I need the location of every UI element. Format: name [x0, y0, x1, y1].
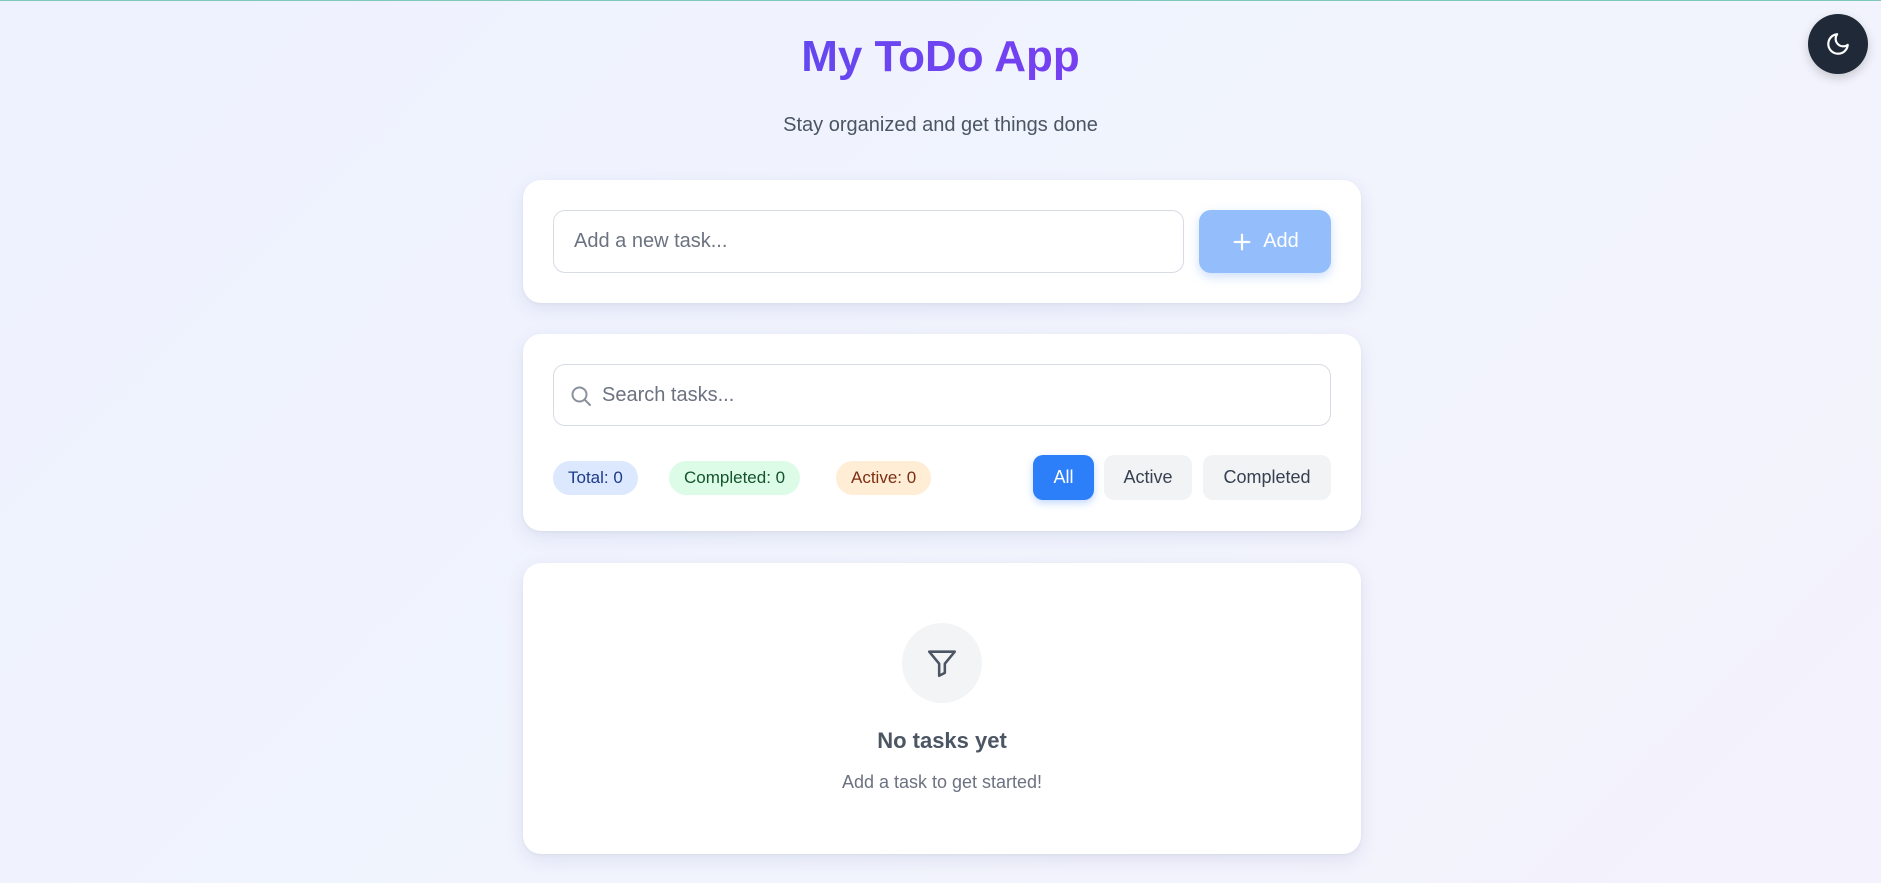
empty-state-title: No tasks yet — [877, 728, 1007, 753]
empty-state-icon-wrap — [902, 623, 982, 703]
plus-icon — [1233, 233, 1251, 250]
filter-card: Total: 0 Completed: 0 Active: 0 All Acti… — [523, 334, 1361, 531]
completed-count-badge: Completed: 0 — [669, 461, 801, 495]
active-count-badge: Active: 0 — [836, 461, 932, 495]
filter-icon — [927, 650, 957, 678]
empty-state-subtitle: Add a task to get started! — [841, 772, 1043, 792]
new-task-input[interactable] — [553, 210, 1184, 273]
search-box — [553, 364, 1331, 426]
add-task-card: Add — [523, 180, 1361, 303]
app-subtitle: Stay organized and get things done — [783, 114, 1098, 136]
filter-active-button[interactable]: Active — [1104, 455, 1192, 500]
app-title: My ToDo App — [0, 29, 1881, 85]
total-count-badge: Total: 0 — [553, 461, 638, 495]
add-button-label: Add — [1263, 230, 1299, 252]
search-input[interactable] — [602, 365, 1322, 425]
filter-all-button[interactable]: All — [1033, 455, 1094, 500]
task-list-card: No tasks yet Add a task to get started! — [523, 563, 1361, 854]
add-task-button[interactable]: Add — [1199, 210, 1331, 273]
search-icon — [571, 386, 591, 406]
filter-completed-button[interactable]: Completed — [1203, 455, 1331, 500]
